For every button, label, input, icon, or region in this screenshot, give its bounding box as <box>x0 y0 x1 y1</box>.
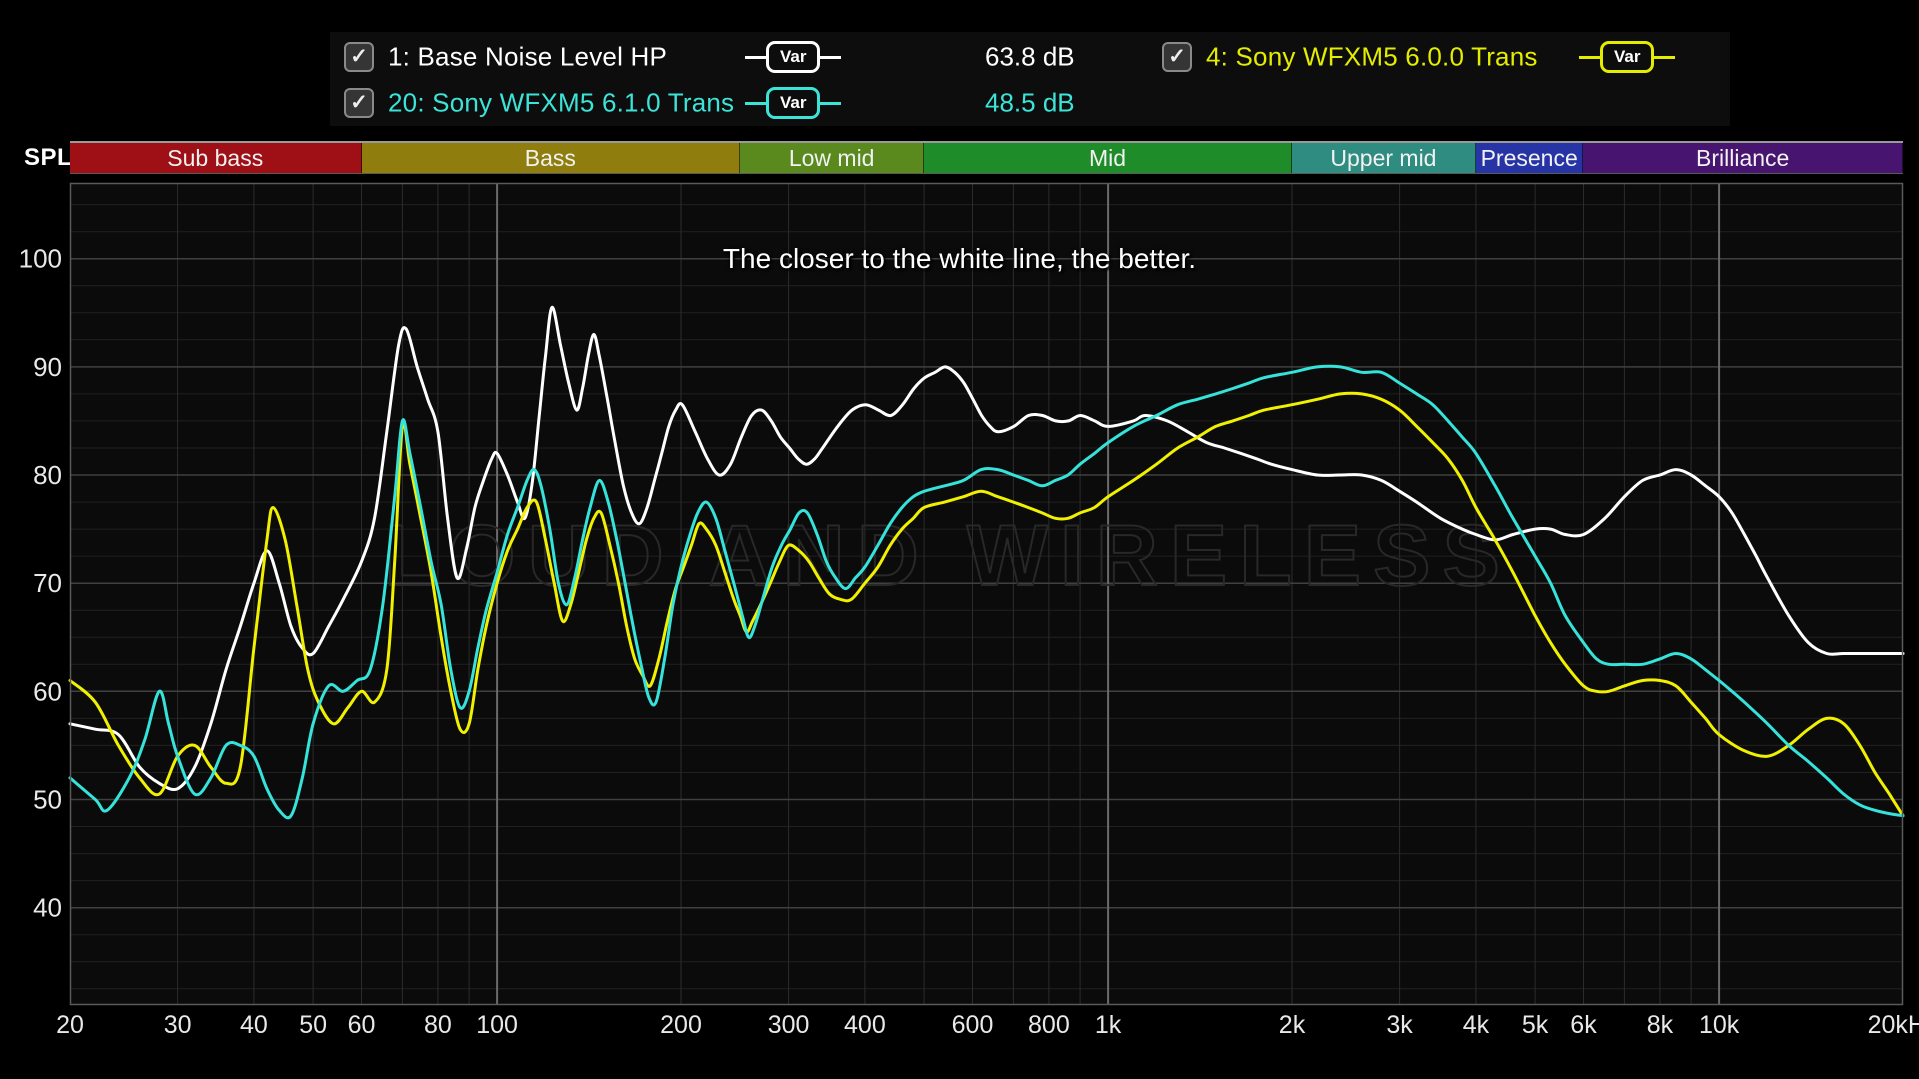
y-tick-50: 50 <box>33 785 62 815</box>
x-tick-4k: 4k <box>1463 1011 1490 1039</box>
x-tick-50: 50 <box>299 1011 327 1039</box>
x-tick-6k: 6k <box>1570 1011 1597 1039</box>
x-tick-800: 800 <box>1028 1011 1070 1039</box>
x-tick-10k: 10k <box>1699 1011 1740 1039</box>
x-tick-600: 600 <box>952 1011 994 1039</box>
y-tick-70: 70 <box>33 568 62 598</box>
x-tick-20: 20 <box>56 1011 84 1039</box>
x-tick-30: 30 <box>164 1011 192 1039</box>
x-tick-300: 300 <box>768 1011 810 1039</box>
spl-frequency-chart: LOUD AND WIRELESS20 30 40 50 60 80 100 200 300 40… <box>19 182 1919 1039</box>
y-tick-60: 60 <box>33 676 62 706</box>
x-tick-2k: 2k <box>1279 1011 1306 1039</box>
y-tick-80: 80 <box>33 460 62 490</box>
x-tick-8k: 8k <box>1647 1011 1674 1039</box>
x-tick-5k: 5k <box>1522 1011 1549 1039</box>
x-tick-20kHz: 20kHz <box>1868 1011 1919 1039</box>
x-tick-400: 400 <box>844 1011 886 1039</box>
x-tick-60: 60 <box>348 1011 376 1039</box>
x-tick-40: 40 <box>240 1011 268 1039</box>
x-tick-3k: 3k <box>1386 1011 1413 1039</box>
x-tick-100: 100 <box>476 1011 518 1039</box>
x-tick-1k: 1k <box>1095 1011 1122 1039</box>
y-tick-90: 90 <box>33 352 62 382</box>
x-tick-80: 80 <box>424 1011 452 1039</box>
x-tick-200: 200 <box>660 1011 702 1039</box>
y-tick-40: 40 <box>33 893 62 923</box>
annotation-text: The closer to the white line, the better… <box>722 243 1197 274</box>
